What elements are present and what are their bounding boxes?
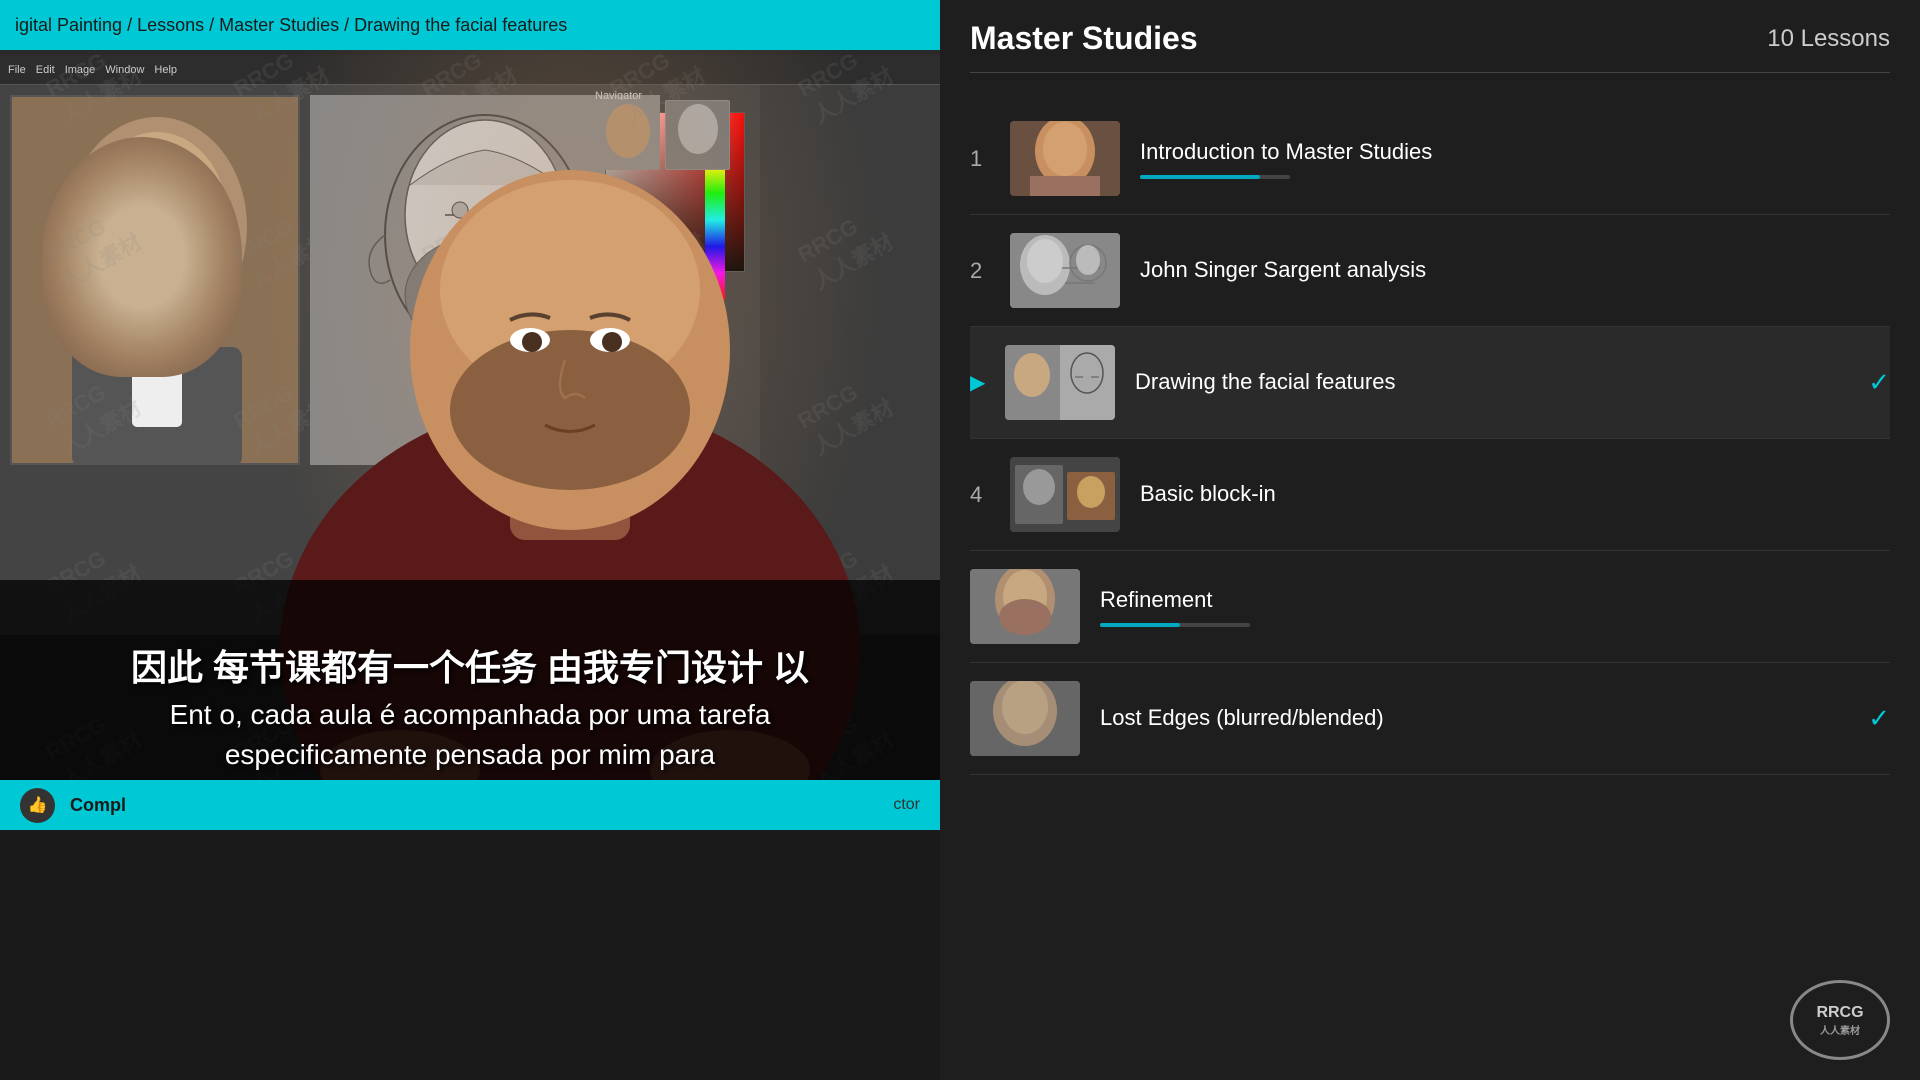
lesson-thumbnail-1 — [1010, 121, 1120, 196]
lesson-number-1: 1 — [970, 146, 1010, 172]
check-icon-6: ✓ — [1868, 703, 1890, 734]
lesson-progress-1 — [1140, 175, 1290, 179]
ps-menu-edit: Edit — [36, 64, 55, 76]
lesson-thumbnail-4 — [1010, 457, 1120, 532]
lesson-progress-fill-1 — [1140, 175, 1260, 179]
rrcg-logo-text: RRCG — [1816, 1004, 1863, 1022]
breadcrumb-text: igital Painting / Lessons / Master Studi… — [15, 15, 567, 36]
lesson-item-3[interactable]: ▶ Drawing the facial features ✓ — [970, 327, 1890, 439]
breadcrumb-bar: igital Painting / Lessons / Master Studi… — [0, 0, 940, 50]
ps-menu-help: Help — [154, 64, 177, 76]
lesson-progress-5 — [1100, 623, 1250, 627]
right-sidebar: Master Studies 10 Lessons 1 Introduction… — [940, 0, 1920, 1080]
lesson-info-2: John Singer Sargent analysis — [1140, 256, 1890, 285]
lesson-info-6: Lost Edges (blurred/blended) — [1100, 704, 1853, 733]
lesson-item-1[interactable]: 1 Introduction to Master Studies — [970, 103, 1890, 215]
bottom-right-text: ctor — [893, 796, 920, 814]
lesson-title-3: Drawing the facial features — [1135, 368, 1853, 397]
lesson-item-4[interactable]: 4 Basic block-in — [970, 439, 1890, 551]
lesson-number-4: 4 — [970, 482, 1010, 508]
sidebar-header: Master Studies 10 Lessons — [970, 20, 1890, 73]
sidebar-title: Master Studies — [970, 20, 1198, 57]
play-icon-3: ▶ — [970, 370, 1000, 395]
lesson-thumbnail-3 — [1005, 345, 1115, 420]
lesson-title-5: Refinement — [1100, 586, 1890, 615]
ps-menu-window: Window — [105, 64, 144, 76]
lesson-title-1: Introduction to Master Studies — [1140, 138, 1890, 167]
lesson-thumbnail-2 — [1010, 233, 1120, 308]
lesson-info-4: Basic block-in — [1140, 480, 1890, 509]
lesson-item-6[interactable]: Lost Edges (blurred/blended) ✓ — [970, 663, 1890, 775]
lesson-item-2[interactable]: 2 John Singer Sargent analysis — [970, 215, 1890, 327]
subtitle-portuguese-1: Ent o, cada aula é acompanhada por uma t… — [170, 699, 771, 731]
lesson-info-3: Drawing the facial features — [1135, 368, 1853, 397]
thumb-up-icon[interactable]: 👍 — [20, 788, 55, 823]
lessons-count: 10 Lessons — [1767, 25, 1890, 53]
ps-menu-image: Image — [65, 64, 96, 76]
complete-label[interactable]: Compl — [70, 795, 126, 816]
lesson-info-5: Refinement — [1100, 586, 1890, 627]
rrcg-logo: RRCG 人人素材 — [1790, 980, 1890, 1060]
subtitle-portuguese-2: especificamente pensada por mim para — [225, 739, 715, 771]
lesson-progress-fill-5 — [1100, 623, 1180, 627]
lesson-info-1: Introduction to Master Studies — [1140, 138, 1890, 179]
subtitle-chinese: 因此 每节课都有一个任务 由我专门设计 以 — [131, 639, 809, 691]
lesson-number-2: 2 — [970, 258, 1010, 284]
lesson-title-4: Basic block-in — [1140, 480, 1890, 509]
video-area: RRCG人人素材 RRCG人人素材 RRCG人人素材 RRCG人人素材 RRCG… — [0, 0, 940, 830]
lesson-thumbnail-6 — [970, 681, 1080, 756]
lesson-thumbnail-5 — [970, 569, 1080, 644]
rrcg-subtext: 人人素材 — [1820, 1022, 1860, 1037]
ps-menu-file: File — [8, 64, 26, 76]
bottom-bar: 👍 Compl ctor — [0, 780, 940, 830]
lesson-title-2: John Singer Sargent analysis — [1140, 256, 1890, 285]
check-icon-3: ✓ — [1868, 367, 1890, 398]
lesson-title-6: Lost Edges (blurred/blended) — [1100, 704, 1853, 733]
lesson-item-5[interactable]: Refinement — [970, 551, 1890, 663]
